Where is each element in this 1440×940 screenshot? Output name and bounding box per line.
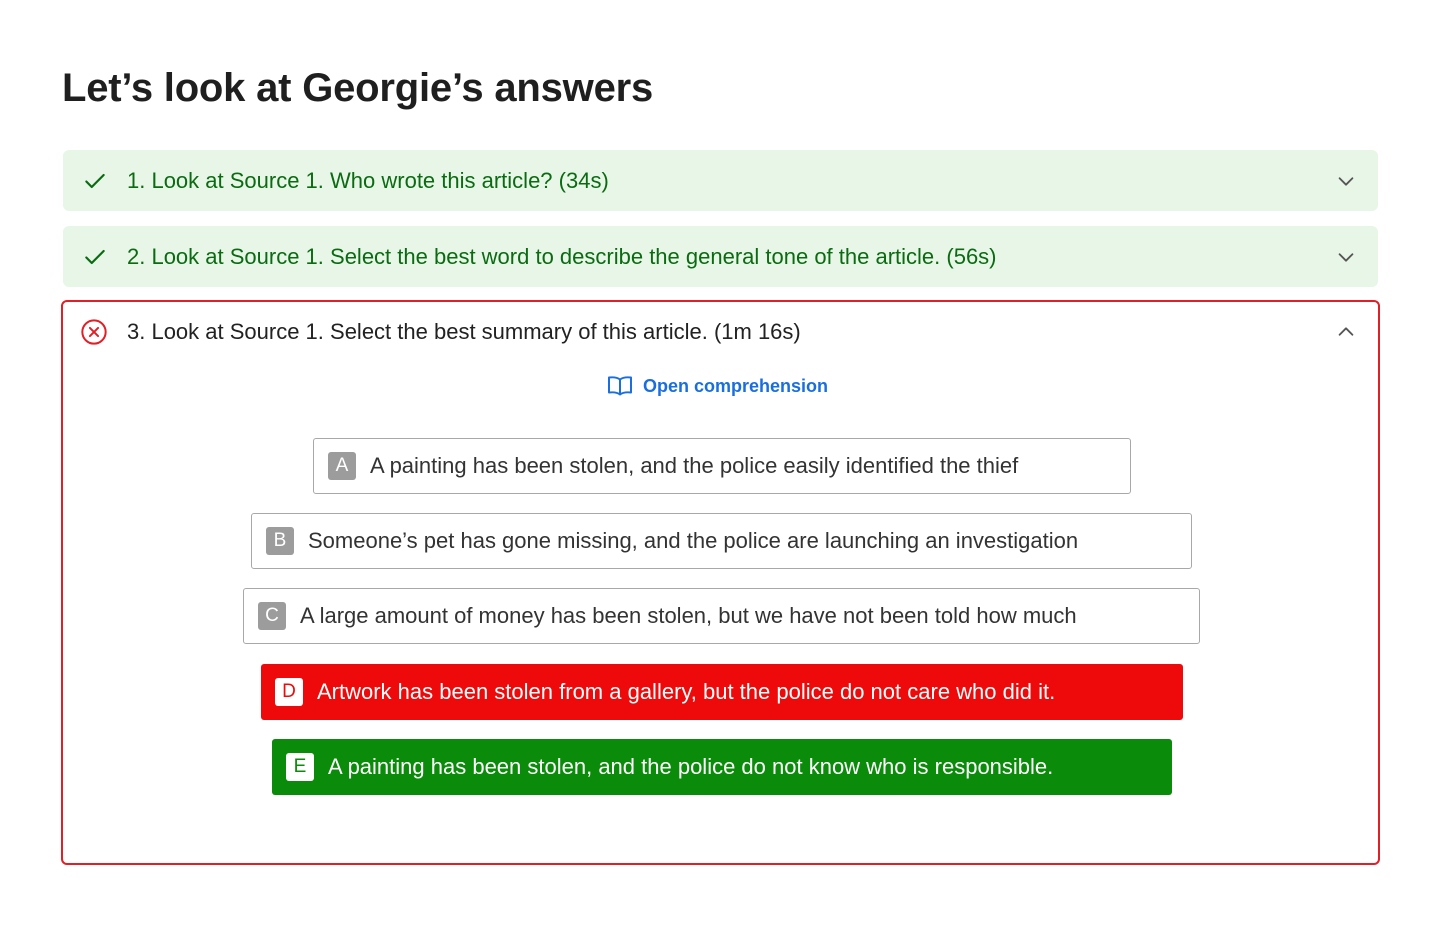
page-title: Let’s look at Georgie’s answers (62, 66, 654, 110)
answer-option-a[interactable]: A A painting has been stolen, and the po… (313, 438, 1131, 494)
question-2-accordion: 2. Look at Source 1. Select the best wor… (63, 226, 1378, 287)
question-1-header[interactable]: 1. Look at Source 1. Who wrote this arti… (63, 150, 1378, 211)
option-letter: D (275, 678, 303, 706)
option-letter: B (266, 527, 294, 555)
check-icon (81, 243, 109, 271)
x-circle-icon (80, 318, 108, 346)
option-letter: E (286, 753, 314, 781)
question-3-accordion: 3. Look at Source 1. Select the best sum… (61, 300, 1380, 865)
option-text: Artwork has been stolen from a gallery, … (317, 679, 1056, 704)
chevron-up-icon[interactable] (1334, 320, 1358, 344)
question-3-title: 3. Look at Source 1. Select the best sum… (127, 319, 801, 344)
question-2-title: 2. Look at Source 1. Select the best wor… (127, 243, 997, 269)
answer-option-d-selected-incorrect[interactable]: D Artwork has been stolen from a gallery… (261, 664, 1183, 720)
question-3-header[interactable]: 3. Look at Source 1. Select the best sum… (63, 301, 1378, 363)
answer-option-c[interactable]: C A large amount of money has been stole… (243, 588, 1200, 644)
chevron-down-icon[interactable] (1334, 169, 1358, 193)
answers-page: Let’s look at Georgie’s answers 1. Look … (0, 0, 1440, 940)
chevron-down-icon[interactable] (1334, 245, 1358, 269)
option-text: A large amount of money has been stolen,… (300, 603, 1077, 628)
answer-option-b[interactable]: B Someone’s pet has gone missing, and th… (251, 513, 1192, 569)
question-2-header[interactable]: 2. Look at Source 1. Select the best wor… (63, 226, 1378, 287)
option-text: Someone’s pet has gone missing, and the … (308, 528, 1079, 553)
option-text: A painting has been stolen, and the poli… (328, 754, 1054, 779)
book-open-icon (607, 374, 633, 398)
question-1-title: 1. Look at Source 1. Who wrote this arti… (127, 167, 609, 193)
option-text: A painting has been stolen, and the poli… (370, 453, 1019, 478)
open-comprehension-label: Open comprehension (643, 375, 829, 396)
option-letter: C (258, 602, 286, 630)
check-icon (81, 167, 109, 195)
answer-option-e-correct[interactable]: E A painting has been stolen, and the po… (272, 739, 1172, 795)
option-letter: A (328, 452, 356, 480)
question-1-accordion: 1. Look at Source 1. Who wrote this arti… (63, 150, 1378, 211)
open-comprehension-link[interactable]: Open comprehension (607, 372, 828, 400)
